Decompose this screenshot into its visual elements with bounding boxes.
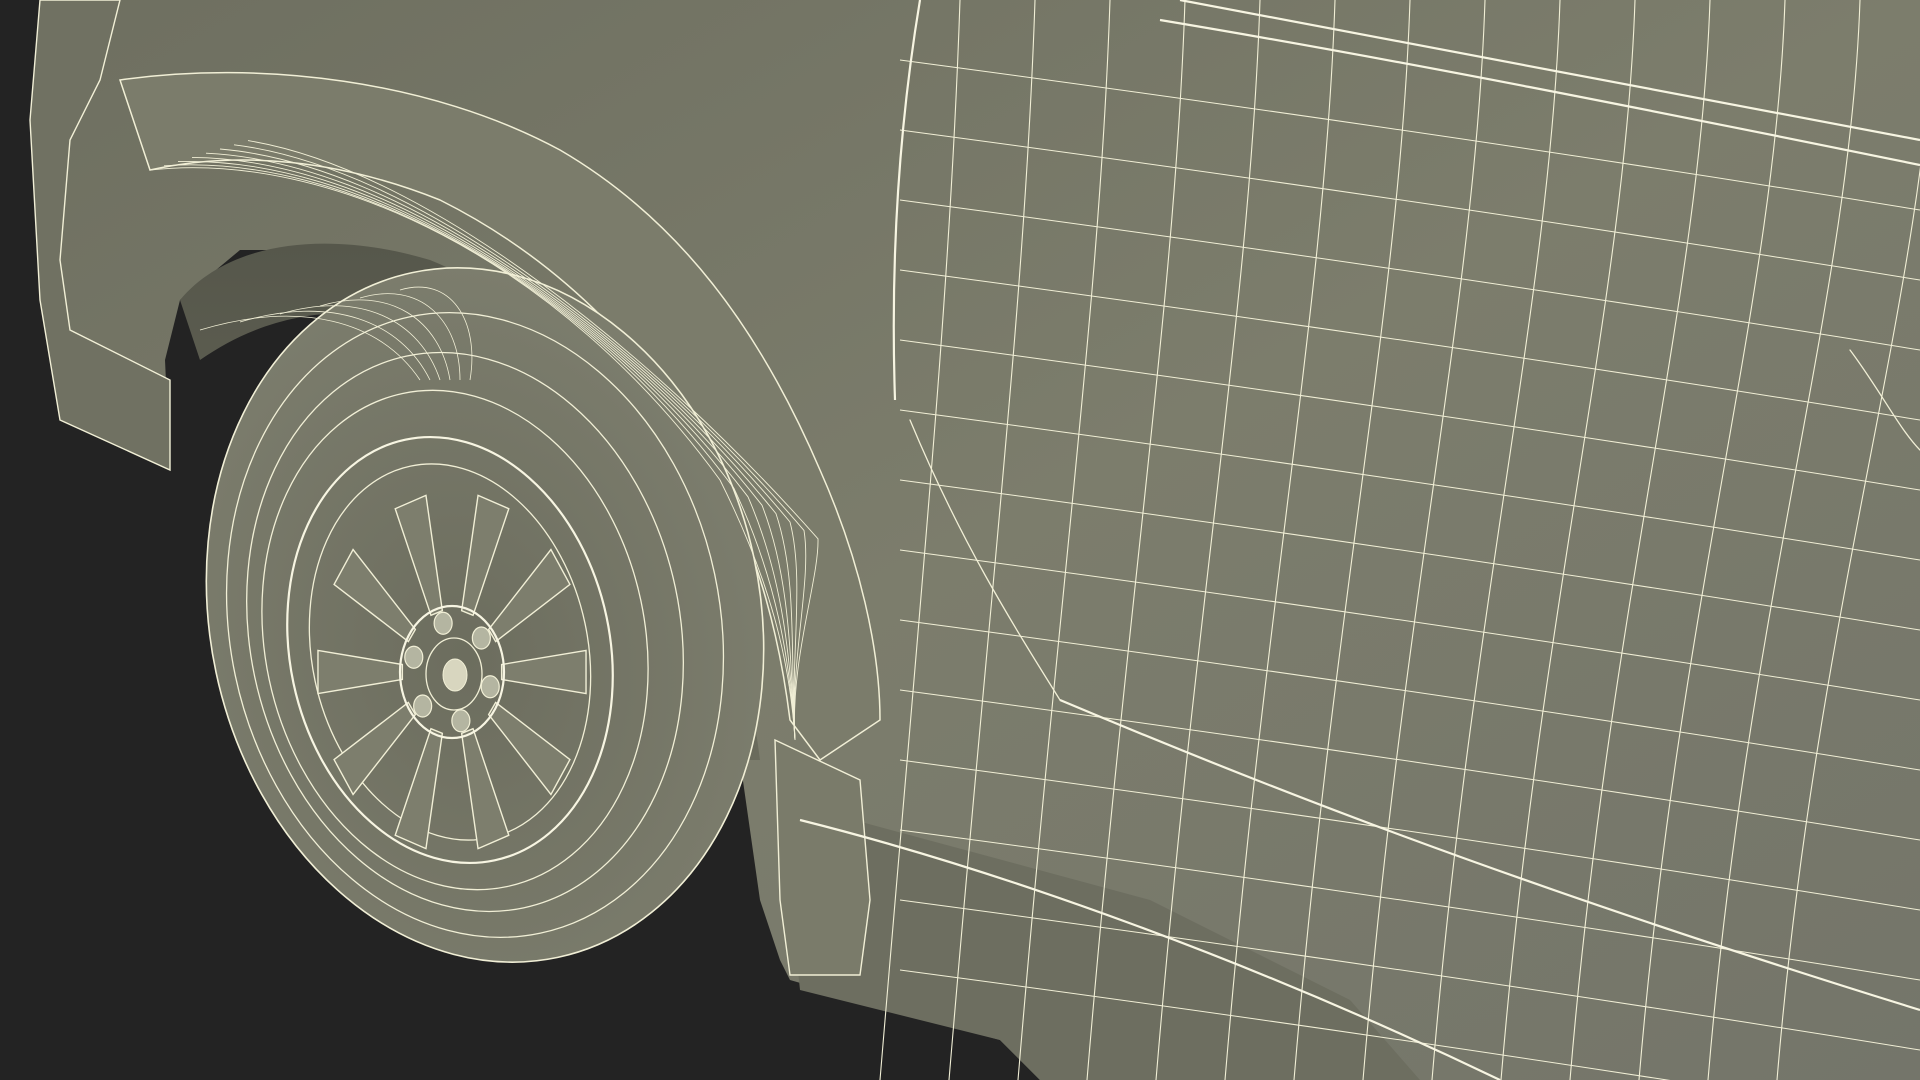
lug-nut [433,611,453,635]
lug-nut [413,694,433,718]
wireframe-vehicle-render [0,0,1920,1080]
lug-nut [404,645,424,669]
lug-nut [451,709,471,733]
lug-nut [471,626,491,650]
render-viewport [0,0,1920,1080]
lug-nut [480,675,500,699]
